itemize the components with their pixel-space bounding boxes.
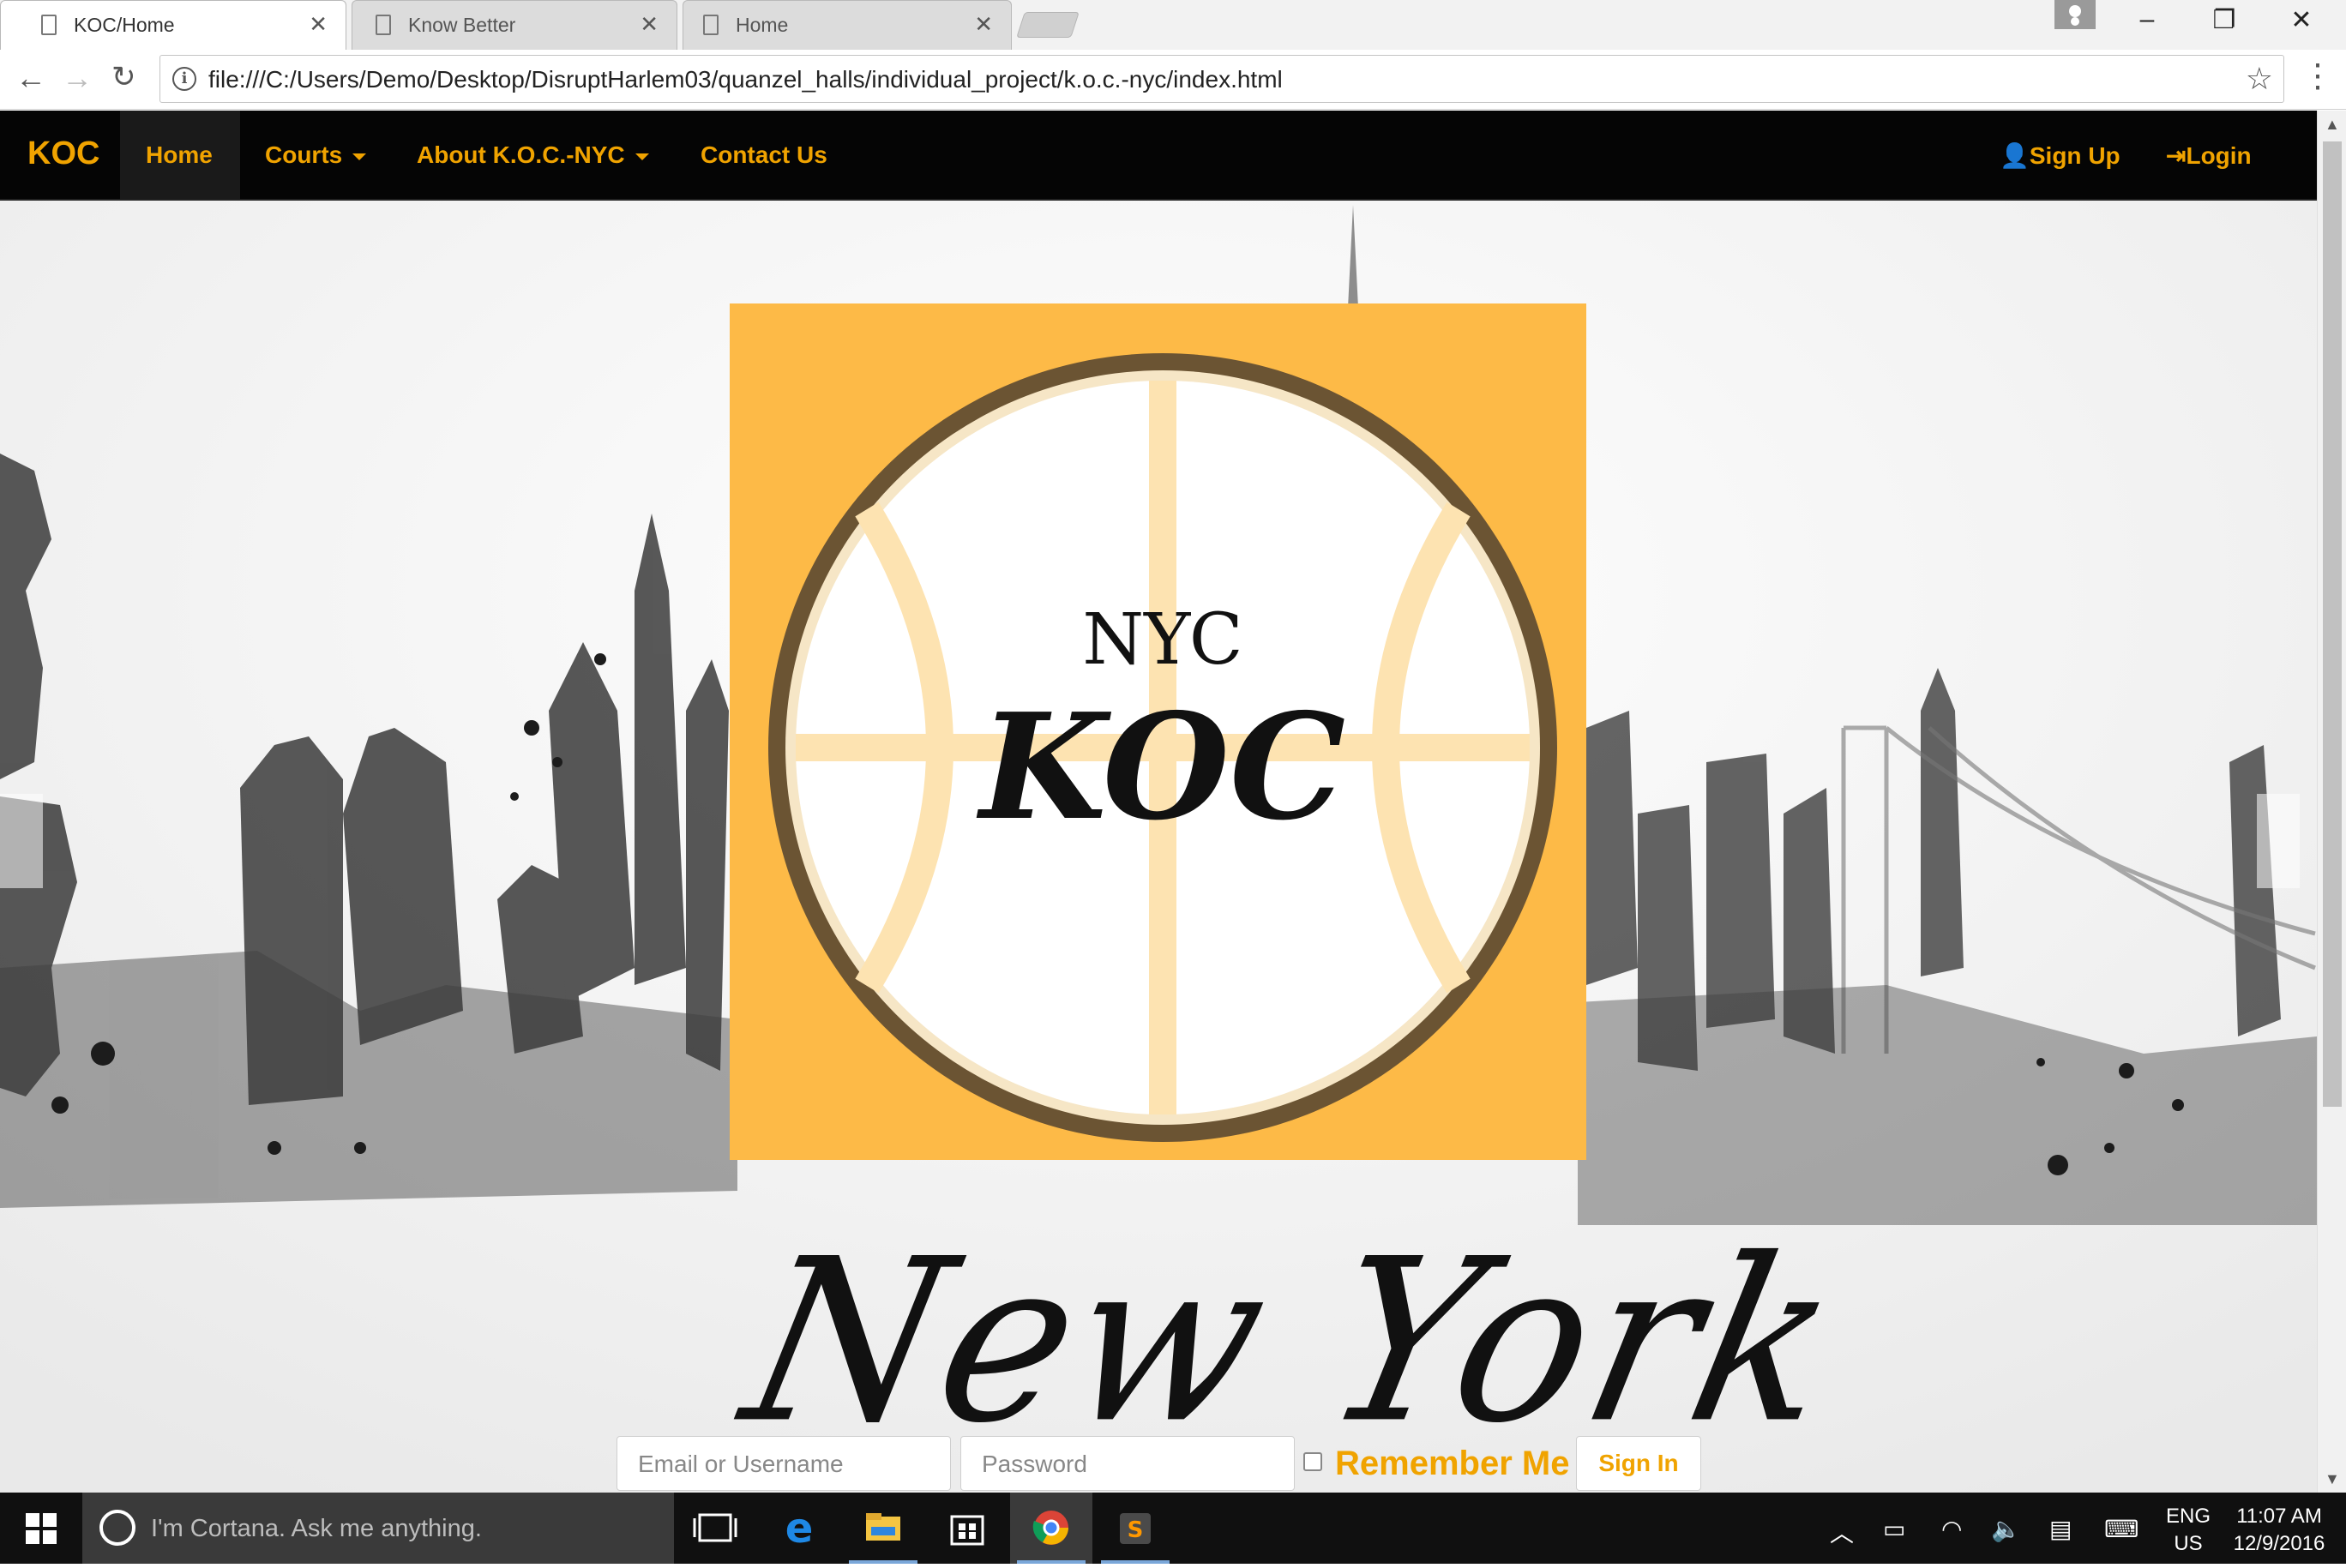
- profile-icon[interactable]: [2054, 0, 2096, 29]
- bookmark-star-icon[interactable]: ☆: [2246, 61, 2273, 97]
- login-link[interactable]: ⇥Login: [2166, 141, 2252, 170]
- logo-koc-text: KOC: [977, 682, 1346, 853]
- file-explorer-icon[interactable]: [842, 1493, 924, 1564]
- info-icon[interactable]: i: [172, 67, 196, 91]
- minimize-icon[interactable]: –: [2130, 5, 2164, 34]
- close-tab-icon[interactable]: ✕: [309, 11, 328, 38]
- keyboard-icon[interactable]: ⌨: [2104, 1515, 2138, 1543]
- reload-icon[interactable]: ↻: [111, 60, 136, 94]
- tab-title: Home: [736, 13, 789, 36]
- email-field[interactable]: Email or Username: [617, 1436, 951, 1491]
- page-viewport: KOC Home Courts About K.O.C.-NYC Contact…: [0, 111, 2317, 1493]
- url-text[interactable]: file:///C:/Users/Demo/Desktop/DisruptHar…: [208, 66, 1283, 93]
- task-view-icon[interactable]: [674, 1493, 756, 1564]
- remember-me-checkbox[interactable]: [1303, 1452, 1322, 1471]
- tab-title: KOC/Home: [74, 13, 175, 36]
- nav-dropdown-about[interactable]: About K.O.C.-NYC: [417, 141, 649, 169]
- nav-dropdown-courts[interactable]: Courts: [265, 141, 367, 169]
- lang-code: ENG: [2166, 1505, 2211, 1528]
- forward-arrow-icon[interactable]: →: [62, 60, 93, 96]
- signup-label: Sign Up: [2029, 142, 2120, 169]
- site-brand[interactable]: KOC: [27, 135, 99, 172]
- cortana-search-box[interactable]: I'm Cortana. Ask me anything.: [82, 1493, 674, 1564]
- chrome-icon[interactable]: [1010, 1493, 1092, 1564]
- url-bar[interactable]: i file:///C:/Users/Demo/Desktop/DisruptH…: [159, 55, 2284, 103]
- new-york-script-heading: New York: [726, 1210, 1861, 1473]
- nav-link-home[interactable]: Home: [146, 141, 213, 169]
- address-toolbar: ← → ↻ i file:///C:/Users/Demo/Desktop/Di…: [0, 50, 2346, 110]
- login-icon: ⇥: [2166, 142, 2187, 169]
- carousel-prev-arrow[interactable]: [0, 794, 43, 888]
- signup-link[interactable]: 👤Sign Up: [2000, 141, 2120, 170]
- restore-icon[interactable]: ❐: [2207, 5, 2241, 35]
- site-navbar: KOC Home Courts About K.O.C.-NYC Contact…: [0, 111, 2317, 201]
- remember-me-label[interactable]: Remember Me: [1335, 1445, 1569, 1483]
- caret-down-icon: [352, 153, 367, 160]
- user-icon: 👤: [2000, 142, 2030, 169]
- tab-know-better[interactable]: Know Better ✕: [352, 0, 677, 50]
- input-language-indicator[interactable]: ENG US: [2166, 1503, 2211, 1558]
- lang-region: US: [2174, 1532, 2203, 1555]
- scrollbar-thumb[interactable]: [2323, 141, 2342, 1107]
- edge-icon[interactable]: e: [758, 1493, 840, 1564]
- clock-date: 12/9/2016: [2233, 1532, 2325, 1555]
- password-field[interactable]: Password: [960, 1436, 1295, 1491]
- close-window-icon[interactable]: ✕: [2284, 5, 2319, 35]
- back-arrow-icon[interactable]: ←: [15, 60, 46, 96]
- browser-tab-strip: KOC/Home ✕ Know Better ✕ Home ✕ – ❐ ✕: [0, 0, 2346, 50]
- windows-start-icon[interactable]: [26, 1513, 57, 1544]
- page-scrollbar[interactable]: ▲ ▼: [2317, 111, 2346, 1493]
- cortana-placeholder: I'm Cortana. Ask me anything.: [151, 1515, 482, 1542]
- page-icon: [41, 15, 57, 35]
- volume-muted-icon[interactable]: 🔈: [1991, 1515, 2021, 1543]
- page-icon: [376, 15, 391, 35]
- battery-icon[interactable]: ▭: [1883, 1515, 1905, 1543]
- clock-time: 11:07 AM: [2236, 1505, 2322, 1528]
- browser-menu-icon[interactable]: ⋮: [2301, 57, 2334, 95]
- tab-home[interactable]: Home ✕: [683, 0, 1012, 50]
- nav-link-label: Courts: [265, 141, 343, 168]
- logo-nyc-text: NYC: [1082, 599, 1242, 681]
- login-label: Login: [2186, 142, 2252, 169]
- sign-in-button[interactable]: Sign In: [1576, 1436, 1701, 1491]
- carousel-next-arrow[interactable]: [2257, 794, 2300, 888]
- action-center-icon[interactable]: ▤: [2049, 1515, 2072, 1543]
- caret-down-icon: [635, 153, 649, 160]
- nav-link-contact[interactable]: Contact Us: [701, 141, 827, 169]
- sublime-text-icon[interactable]: S: [1094, 1493, 1176, 1564]
- wifi-icon[interactable]: ◠: [1941, 1515, 1962, 1543]
- show-hidden-icons-chevron[interactable]: ︿: [1830, 1515, 1854, 1549]
- svg-text:S: S: [1128, 1517, 1144, 1543]
- cortana-icon: [99, 1510, 135, 1546]
- store-icon[interactable]: [926, 1493, 1008, 1564]
- page-icon: [703, 15, 719, 35]
- basketball-logo-graphic: NYC KOC: [768, 353, 1557, 1142]
- scroll-up-icon[interactable]: ▲: [2325, 116, 2340, 134]
- scroll-down-icon[interactable]: ▼: [2325, 1470, 2340, 1488]
- close-tab-icon[interactable]: ✕: [974, 11, 993, 38]
- koc-logo: NYC KOC: [730, 303, 1586, 1160]
- windows-taskbar: I'm Cortana. Ask me anything. e S ︿ ▭ ◠ …: [0, 1493, 2346, 1564]
- tab-title: Know Better: [408, 13, 516, 36]
- nav-link-label: About K.O.C.-NYC: [417, 141, 625, 168]
- svg-text:e: e: [785, 1505, 814, 1553]
- close-tab-icon[interactable]: ✕: [640, 11, 659, 38]
- new-tab-button[interactable]: [1016, 12, 1080, 38]
- taskbar-clock[interactable]: 11:07 AM 12/9/2016: [2228, 1503, 2331, 1558]
- tab-koc-home[interactable]: KOC/Home ✕: [0, 0, 346, 50]
